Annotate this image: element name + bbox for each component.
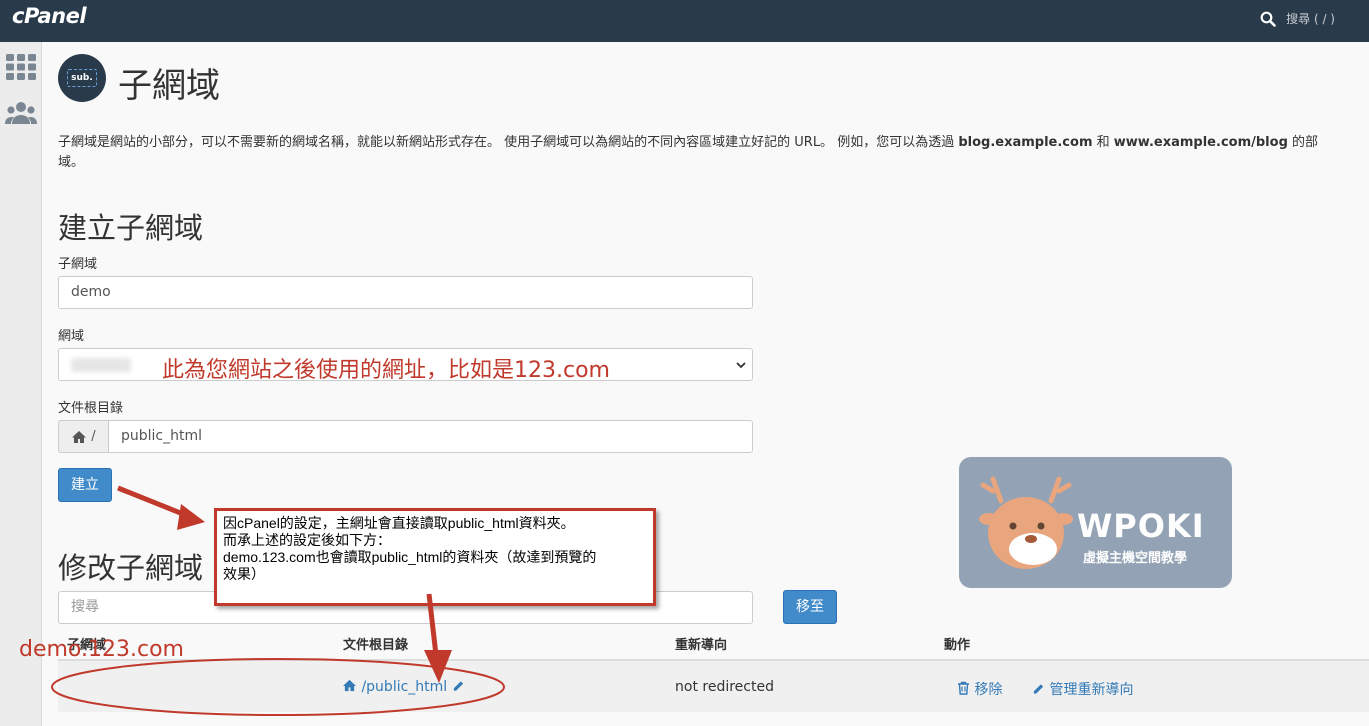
page-title: 子網域 (118, 66, 220, 106)
pencil-icon (1033, 684, 1044, 694)
grid-icon[interactable] (5, 52, 37, 82)
subdomain-cell: demo.123.com (19, 637, 184, 662)
domain-annotation: 此為您網站之後使用的網址，比如是123.com (162, 358, 610, 383)
search-icon[interactable] (1260, 11, 1276, 27)
top-bar: cPanel 搜尋 ( / ) (0, 0, 1369, 42)
sidebar (0, 42, 42, 726)
docroot-label: 文件根目錄 (58, 401, 124, 416)
watermark-brand: WPOKI (1077, 507, 1205, 545)
trash-icon (958, 681, 969, 695)
go-button[interactable]: 移至 (783, 590, 837, 624)
home-icon (72, 430, 87, 443)
pencil-icon[interactable] (452, 679, 465, 692)
top-search[interactable]: 搜尋 ( / ) (1260, 10, 1335, 27)
docroot-input[interactable]: public_html (108, 420, 753, 453)
cpanel-logo[interactable]: cPanel (12, 4, 87, 28)
subdomain-input[interactable]: demo (58, 276, 753, 309)
search-placeholder: 搜尋 ( / ) (1286, 12, 1335, 26)
remove-link[interactable]: 移除 (957, 679, 1002, 699)
column-docroot[interactable]: 文件根目錄 (343, 634, 408, 653)
subdomain-label: 子網域 (58, 257, 98, 272)
subdomain-page-icon: sub. (58, 54, 106, 102)
column-redirect[interactable]: 重新導向 (675, 634, 727, 653)
page-description-continued: 域。 (58, 155, 85, 170)
create-button[interactable]: 建立 (58, 468, 112, 502)
chevron-down-icon (736, 362, 746, 369)
page-description: 子網域是網站的小部分，可以不需要新的網域名稱，就能以新網站形式存在。 使用子網域… (58, 135, 1319, 150)
deer-mascot-icon (979, 476, 1073, 569)
create-subdomain-heading: 建立子網域 (58, 211, 204, 245)
docroot-addon: / (58, 420, 108, 453)
redirect-status: not redirected (675, 679, 774, 695)
wpoki-watermark: WPOKI 虛擬主機空間教學 (959, 457, 1232, 588)
domain-label: 網域 (58, 329, 85, 344)
modify-subdomain-heading: 修改子網域 (58, 551, 204, 585)
blurred-domain (71, 358, 131, 372)
docroot-link[interactable]: /public_html (342, 679, 465, 695)
column-actions: 動作 (944, 638, 971, 653)
annotation-callout: 因cPanel的設定，主網址會直接讀取public_html資料夾。 而承上述的… (214, 508, 656, 606)
users-icon[interactable] (5, 99, 37, 129)
home-icon (343, 679, 356, 692)
manage-redirect-link[interactable]: 管理重新導向 (1032, 679, 1133, 699)
main-content: sub. 子網域 子網域是網站的小部分，可以不需要新的網域名稱，就能以新網站形式… (42, 42, 1369, 726)
watermark-tagline: 虛擬主機空間教學 (1083, 551, 1188, 566)
